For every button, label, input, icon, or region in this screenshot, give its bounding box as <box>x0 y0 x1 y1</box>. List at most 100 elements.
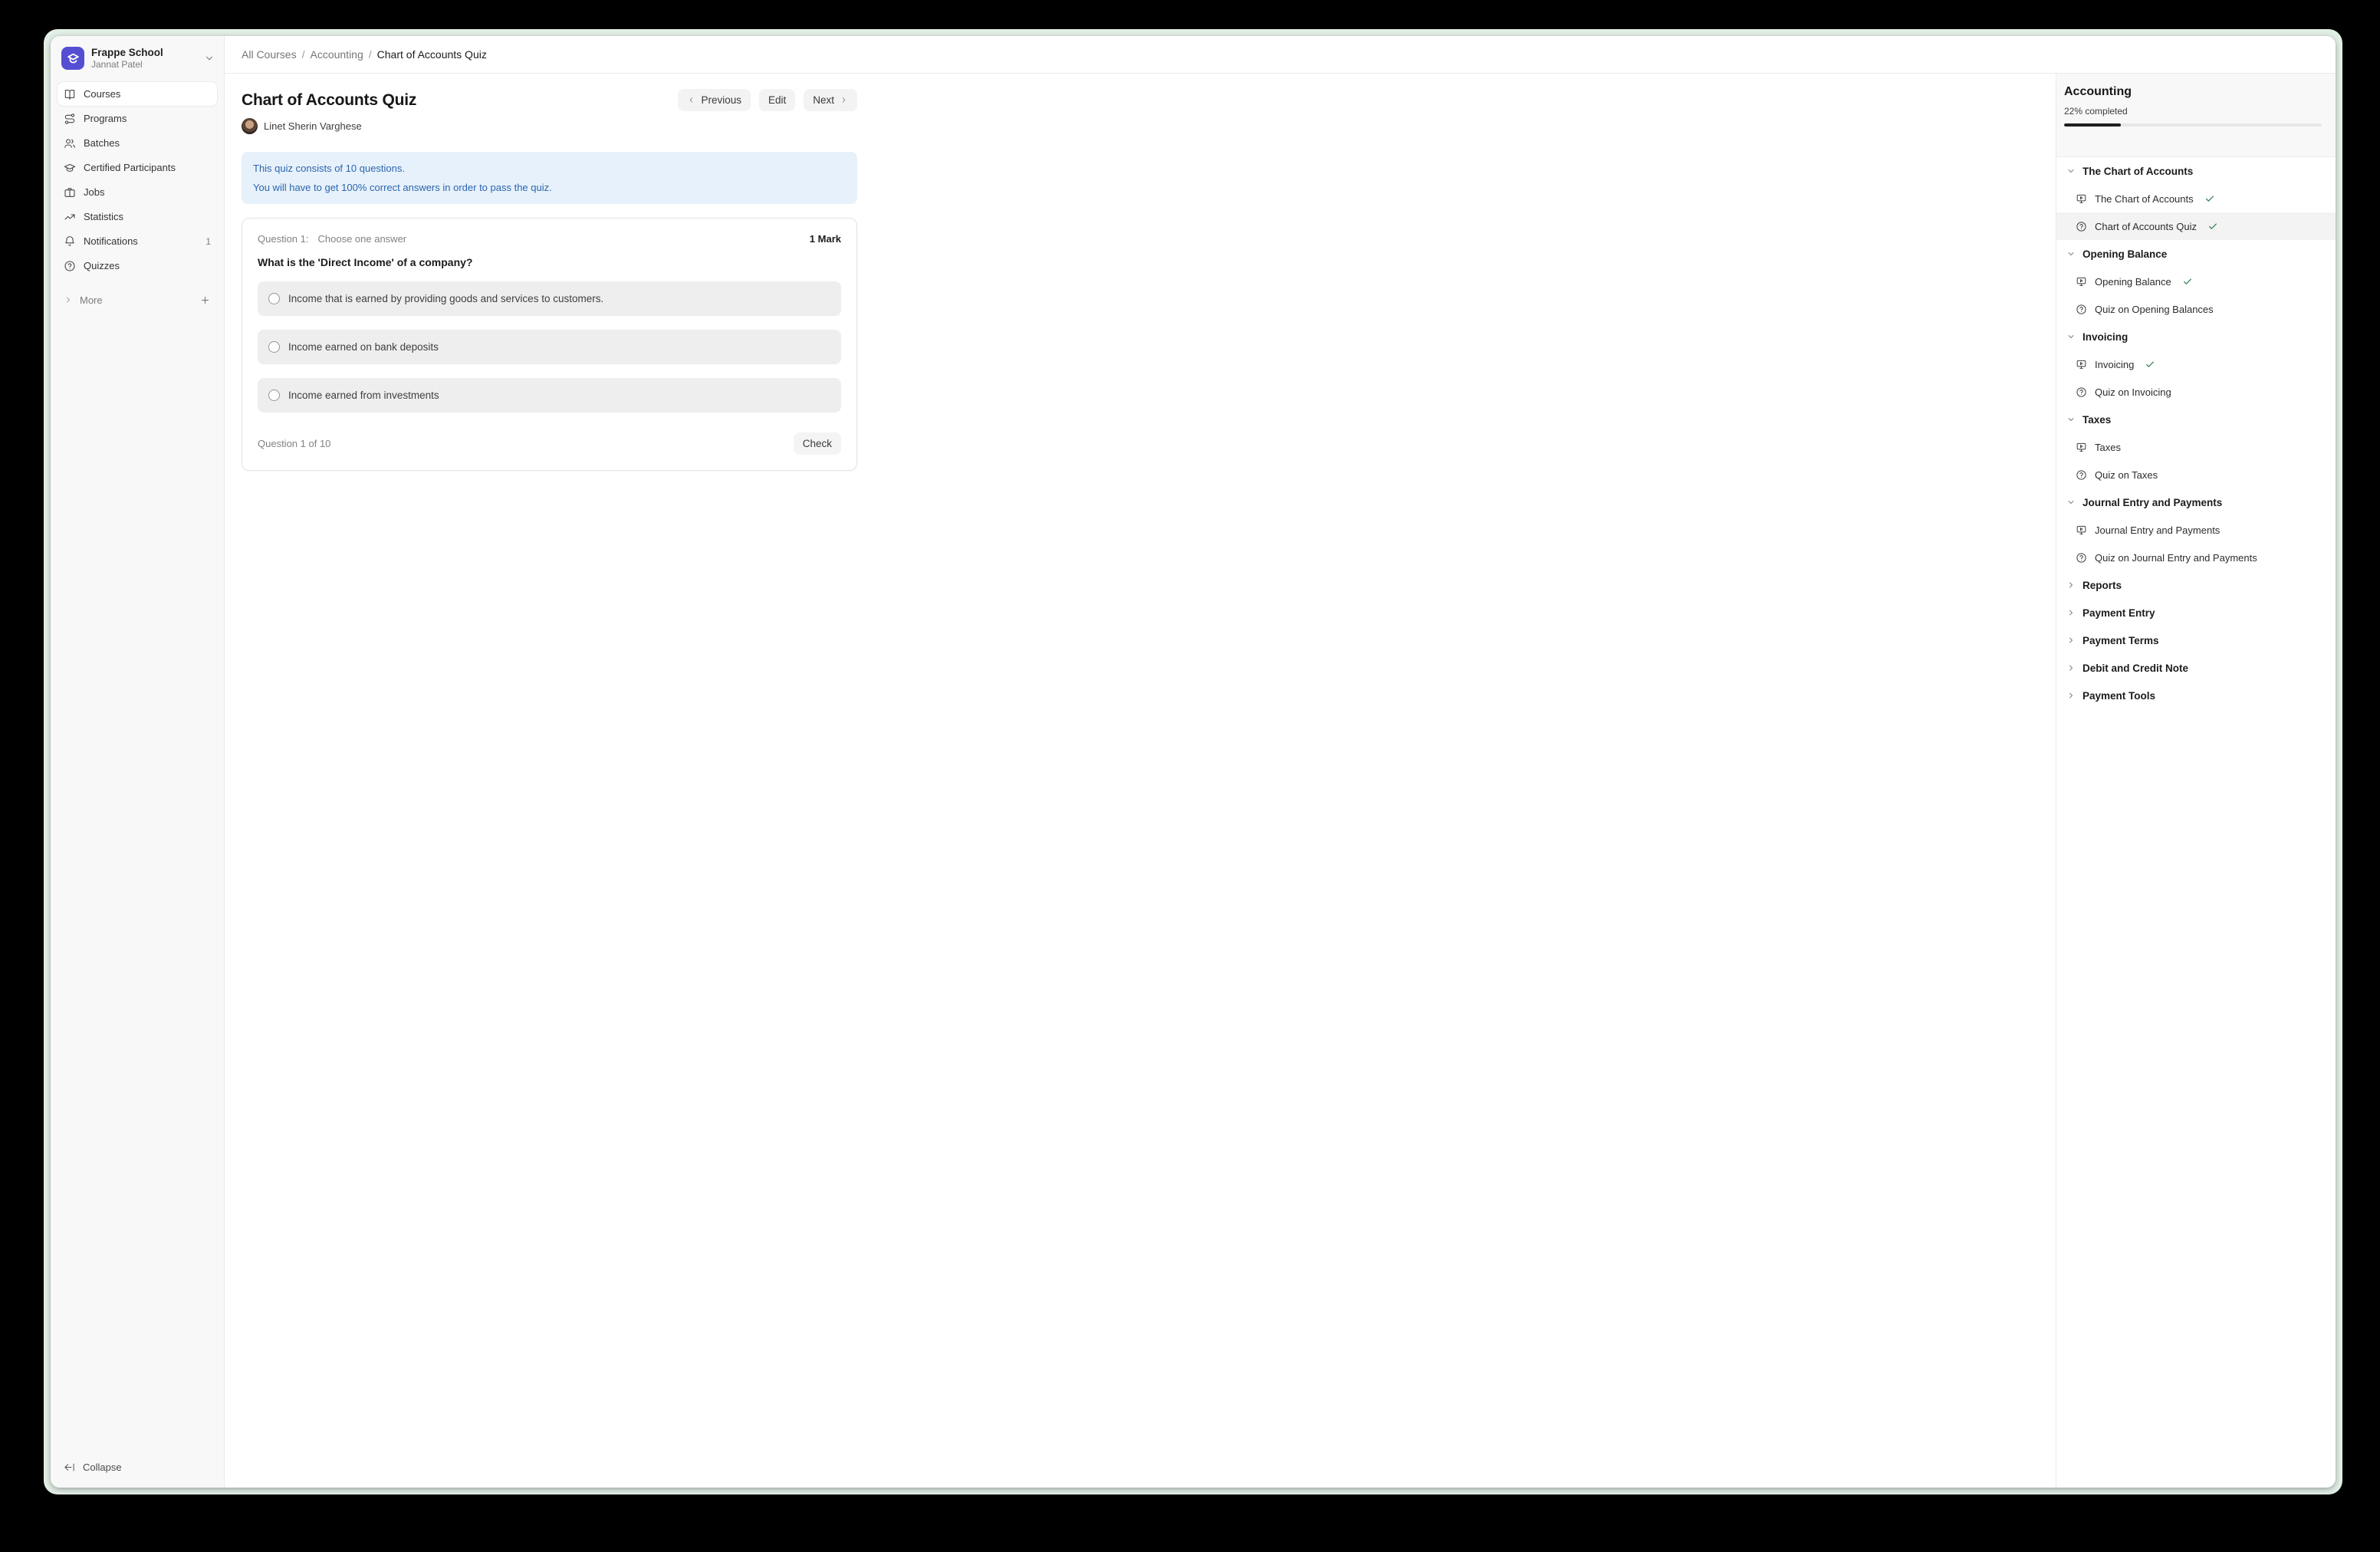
option-label: Income earned from investments <box>288 390 439 401</box>
outline-section-title: Payment Tools <box>2082 690 2155 702</box>
check-button[interactable]: Check <box>794 432 841 455</box>
option-label: Income earned on bank deposits <box>288 341 439 353</box>
outline-section-invoicing[interactable]: Invoicing <box>2056 323 2336 350</box>
outline-item-label: Quiz on Opening Balances <box>2095 304 2214 315</box>
option-label: Income that is earned by providing goods… <box>288 293 603 304</box>
workspace-identity: Frappe School Jannat Patel <box>91 47 197 70</box>
outline-item-invoicing[interactable]: Invoicing <box>2056 350 2336 378</box>
outline-section-payment-terms[interactable]: Payment Terms <box>2056 626 2336 654</box>
outline-section-payment-tools[interactable]: Payment Tools <box>2056 682 2336 709</box>
outline-item-quiz-on-opening-balances[interactable]: Quiz on Opening Balances <box>2056 295 2336 323</box>
video-lesson-icon <box>2076 193 2087 205</box>
quiz-icon <box>2076 304 2087 315</box>
chevron-down-icon <box>2066 415 2076 424</box>
course-title: Accounting <box>2064 85 2322 99</box>
outline-section-opening-balance[interactable]: Opening Balance <box>2056 240 2336 268</box>
outline-section-the-chart-of-accounts[interactable]: The Chart of Accounts <box>2056 157 2336 185</box>
breadcrumb: All Courses/Accounting/Chart of Accounts… <box>242 48 487 61</box>
outline-section-title: Debit and Credit Note <box>2082 663 2188 674</box>
sidebar-item-certified-participants[interactable]: Certified Participants <box>58 156 217 179</box>
video-lesson-icon <box>2076 359 2087 370</box>
question-number-label: Question 1: <box>258 233 309 245</box>
quiz-option-3[interactable]: Income earned from investments <box>258 378 841 413</box>
help-circle-icon <box>64 260 76 272</box>
page-title: Chart of Accounts Quiz <box>242 91 416 110</box>
breadcrumb-bar: All Courses/Accounting/Chart of Accounts… <box>225 36 2336 74</box>
outline-section-title: The Chart of Accounts <box>2082 166 2193 177</box>
outline-section-title: Taxes <box>2082 414 2111 426</box>
outline-item-quiz-on-taxes[interactable]: Quiz on Taxes <box>2056 461 2336 488</box>
collapse-panel-icon <box>64 1462 75 1473</box>
question-progress: Question 1 of 10 <box>258 438 330 449</box>
chevron-down-icon <box>2066 332 2076 341</box>
content-row: Chart of Accounts Quiz Previous Edit <box>225 74 2336 1488</box>
outline-item-journal-entry-and-payments[interactable]: Journal Entry and Payments <box>2056 516 2336 544</box>
outline-section-reports[interactable]: Reports <box>2056 571 2336 599</box>
content-column: All Courses/Accounting/Chart of Accounts… <box>225 36 2336 1488</box>
progress-fill <box>2064 123 2121 127</box>
sidebar-item-courses[interactable]: Courses <box>58 82 217 106</box>
check-icon <box>2145 359 2155 370</box>
breadcrumb-separator: / <box>302 48 305 61</box>
previous-button[interactable]: Previous <box>678 89 751 111</box>
question-instruction: Choose one answer <box>318 233 407 245</box>
outline-item-the-chart-of-accounts[interactable]: The Chart of Accounts <box>2056 185 2336 212</box>
next-button[interactable]: Next <box>804 89 857 111</box>
sidebar-item-notifications[interactable]: Notifications 1 <box>58 229 217 253</box>
outline-item-quiz-on-invoicing[interactable]: Quiz on Invoicing <box>2056 378 2336 406</box>
graduation-cap-icon <box>64 162 76 174</box>
breadcrumb-item-all-courses[interactable]: All Courses <box>242 48 297 61</box>
outline-section-taxes[interactable]: Taxes <box>2056 406 2336 433</box>
bell-icon <box>64 235 76 248</box>
edit-button[interactable]: Edit <box>759 89 795 111</box>
chevron-left-icon <box>687 96 695 104</box>
option-radio[interactable] <box>268 390 280 401</box>
outline-item-quiz-on-journal-entry-and-payments[interactable]: Quiz on Journal Entry and Payments <box>2056 544 2336 571</box>
quiz-option-2[interactable]: Income earned on bank deposits <box>258 330 841 364</box>
course-progress-bar <box>2064 123 2322 127</box>
chevron-down-icon <box>2066 498 2076 507</box>
course-progress-text: 22% completed <box>2064 106 2322 117</box>
outline-item-label: Invoicing <box>2095 359 2134 370</box>
breadcrumb-item-chart-of-accounts-quiz: Chart of Accounts Quiz <box>377 48 487 61</box>
outline-item-taxes[interactable]: Taxes <box>2056 433 2336 461</box>
sidebar-item-more[interactable]: More <box>58 289 217 311</box>
plus-icon[interactable] <box>199 294 211 306</box>
quiz-icon <box>2076 221 2087 232</box>
workspace-switcher[interactable]: Frappe School Jannat Patel <box>58 44 217 73</box>
sidebar-item-jobs[interactable]: Jobs <box>58 180 217 204</box>
outline-section-journal-entry-and-payments[interactable]: Journal Entry and Payments <box>2056 488 2336 516</box>
sidebar-item-quizzes[interactable]: Quizzes <box>58 254 217 278</box>
outline-section-payment-entry[interactable]: Payment Entry <box>2056 599 2336 626</box>
book-open-icon <box>64 88 76 100</box>
quiz-icon <box>2076 386 2087 398</box>
outline-section-debit-and-credit-note[interactable]: Debit and Credit Note <box>2056 654 2336 682</box>
breadcrumb-item-accounting[interactable]: Accounting <box>310 48 363 61</box>
quiz-option-1[interactable]: Income that is earned by providing goods… <box>258 281 841 316</box>
sidebar-item-label: Batches <box>84 137 120 149</box>
question-card-footer: Question 1 of 10 Check <box>258 432 841 455</box>
collapse-sidebar-button[interactable]: Collapse <box>58 1455 217 1478</box>
sidebar-item-label: Notifications <box>84 235 138 247</box>
briefcase-icon <box>64 186 76 199</box>
notification-count-badge: 1 <box>205 236 211 247</box>
options-list: Income that is earned by providing goods… <box>258 281 841 413</box>
chevron-right-icon <box>2066 608 2076 617</box>
frappe-school-logo <box>61 47 84 70</box>
option-radio[interactable] <box>268 293 280 304</box>
option-radio[interactable] <box>268 341 280 353</box>
header-buttons: Previous Edit Next <box>678 89 857 111</box>
quiz-icon <box>2076 552 2087 564</box>
outline-item-chart-of-accounts-quiz[interactable]: Chart of Accounts Quiz <box>2056 212 2336 240</box>
sidebar-item-statistics[interactable]: Statistics <box>58 205 217 229</box>
next-label: Next <box>813 94 834 106</box>
quiz-notice: This quiz consists of 10 questions.You w… <box>242 152 857 204</box>
outline-item-opening-balance[interactable]: Opening Balance <box>2056 268 2336 295</box>
outline-item-label: Taxes <box>2095 442 2121 453</box>
sidebar-item-programs[interactable]: Programs <box>58 107 217 130</box>
outline-section-title: Payment Entry <box>2082 607 2155 619</box>
app-window: Frappe School Jannat Patel CoursesProgra… <box>51 36 2336 1488</box>
course-outline: The Chart of Accounts The Chart of Accoun… <box>2056 157 2336 1488</box>
quiz-notice-line: You will have to get 100% correct answer… <box>253 178 846 197</box>
sidebar-item-batches[interactable]: Batches <box>58 131 217 155</box>
